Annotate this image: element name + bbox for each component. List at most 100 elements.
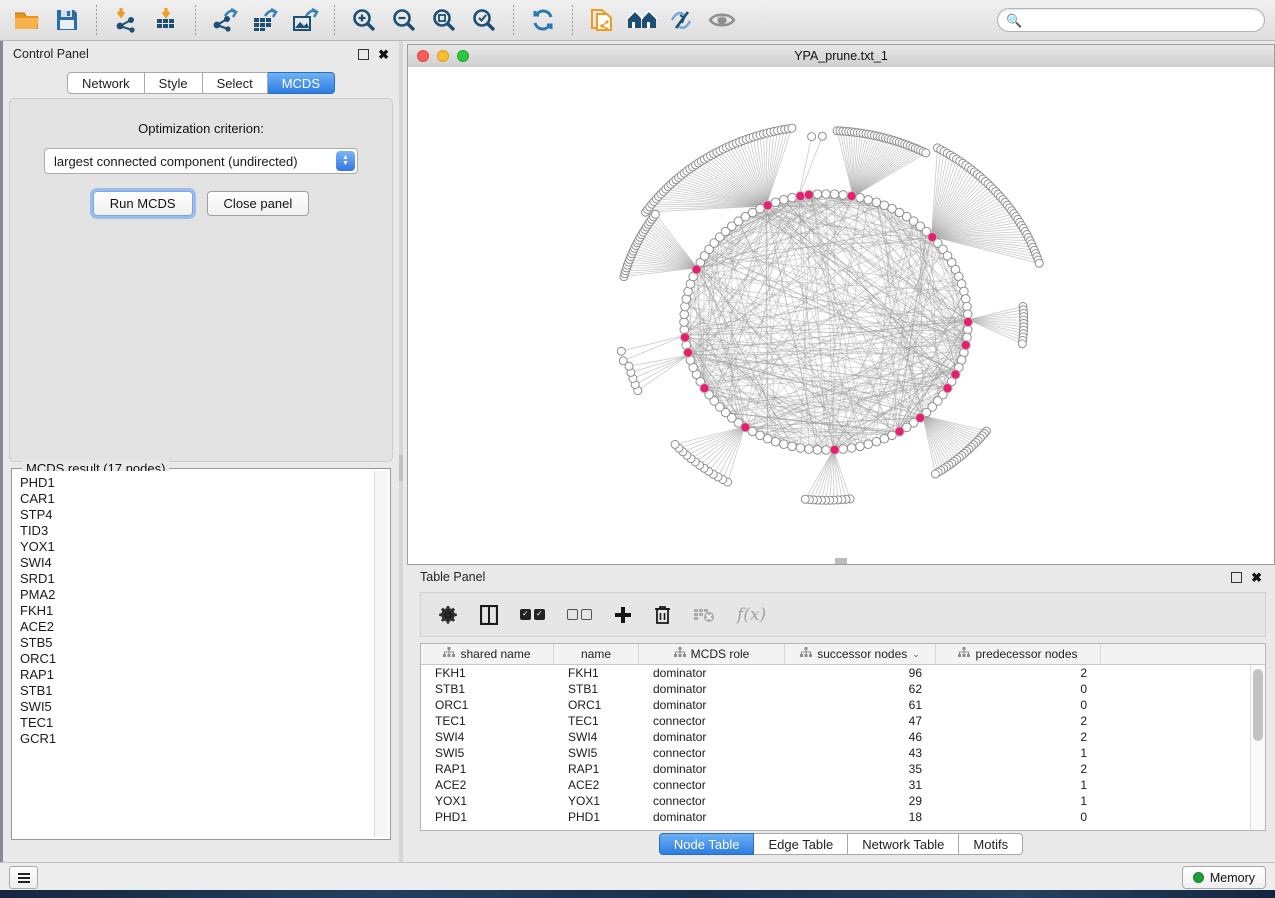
close-panel-button[interactable]: Close panel (207, 191, 310, 216)
zoom-out-icon[interactable] (387, 4, 421, 36)
float-panel-icon[interactable] (358, 49, 369, 60)
mcds-result-item[interactable]: RAP1 (14, 667, 388, 683)
apply-layout-icon[interactable] (526, 4, 560, 36)
add-column-icon[interactable] (614, 606, 632, 624)
control-panel-title: Control Panel (13, 47, 89, 61)
zoom-fit-icon[interactable] (427, 4, 461, 36)
dropdown-value: largest connected component (undirected) (45, 154, 336, 169)
mcds-result-item[interactable]: ORC1 (14, 651, 388, 667)
mcds-result-item[interactable]: STB1 (14, 683, 388, 699)
mcds-result-item[interactable]: TEC1 (14, 715, 388, 731)
run-mcds-button[interactable]: Run MCDS (93, 191, 193, 216)
hide-graphics-details-icon[interactable] (665, 4, 699, 36)
network-canvas[interactable] (408, 67, 1274, 564)
task-history-button[interactable] (9, 866, 38, 889)
tab-network-table[interactable]: Network Table (848, 833, 959, 855)
tab-mcds[interactable]: MCDS (268, 72, 335, 94)
float-table-panel-icon[interactable] (1231, 572, 1242, 583)
cell-shared-name: ACE2 (421, 778, 554, 792)
table-row[interactable]: RAP1RAP1dominator352 (421, 761, 1265, 777)
result-list-scrollbar[interactable] (374, 471, 388, 837)
toolbar-separator (513, 5, 514, 35)
open-file-icon[interactable] (10, 4, 44, 36)
cell-name: TEC1 (554, 714, 639, 728)
mcds-result-item[interactable]: FKH1 (14, 603, 388, 619)
deselect-all-checkboxes-icon[interactable] (567, 609, 592, 620)
export-table-icon[interactable] (248, 4, 282, 36)
cell-predecessor-nodes: 0 (936, 810, 1101, 824)
table-splitter-handle[interactable] (835, 558, 847, 564)
clone-network-icon[interactable] (585, 4, 619, 36)
column-header-MCDS-role[interactable]: MCDS role (639, 644, 785, 664)
select-all-checkboxes-icon[interactable] (520, 609, 545, 620)
table-settings-icon[interactable] (438, 605, 458, 625)
mcds-result-item[interactable]: STB5 (14, 635, 388, 651)
tab-select[interactable]: Select (203, 72, 268, 94)
mcds-result-item[interactable]: SRD1 (14, 571, 388, 587)
mcds-result-item[interactable]: CAR1 (14, 491, 388, 507)
import-network-icon[interactable] (109, 4, 143, 36)
close-table-panel-icon[interactable]: ✖ (1251, 571, 1262, 584)
mcds-result-item[interactable]: PMA2 (14, 587, 388, 603)
save-session-icon[interactable] (50, 4, 84, 36)
network-overview-icon[interactable] (625, 4, 659, 36)
search-icon: 🔍 (1006, 14, 1022, 27)
tab-network[interactable]: Network (67, 72, 145, 94)
cell-successor-nodes: 46 (785, 730, 936, 744)
mcds-result-item[interactable]: ACE2 (14, 619, 388, 635)
zoom-in-icon[interactable] (347, 4, 381, 36)
column-header-shared-name[interactable]: shared name (421, 644, 554, 664)
cell-MCDS-role: dominator (639, 810, 785, 824)
mcds-result-item[interactable]: TID3 (14, 523, 388, 539)
column-header-predecessor-nodes[interactable]: predecessor nodes (936, 644, 1101, 664)
column-header-filler (1101, 644, 1265, 664)
memory-button[interactable]: Memory (1182, 866, 1266, 889)
table-row[interactable]: TEC1TEC1connector472 (421, 713, 1265, 729)
tab-style[interactable]: Style (145, 72, 203, 94)
search-input[interactable] (1027, 12, 1256, 28)
mcds-result-item[interactable]: SWI5 (14, 699, 388, 715)
column-header-name[interactable]: name (554, 644, 639, 664)
mcds-result-list[interactable]: PHD1CAR1STP4TID3YOX1SWI4SRD1PMA2FKH1ACE2… (14, 471, 388, 837)
cell-MCDS-role: dominator (639, 698, 785, 712)
network-window-titlebar[interactable]: YPA_prune.txt_1 (408, 45, 1274, 68)
tab-motifs[interactable]: Motifs (959, 833, 1023, 855)
cell-successor-nodes: 43 (785, 746, 936, 760)
cell-successor-nodes: 31 (785, 778, 936, 792)
table-row[interactable]: ACE2ACE2connector311 (421, 777, 1265, 793)
cell-name: PHD1 (554, 810, 639, 824)
cell-predecessor-nodes: 2 (936, 762, 1101, 776)
table-scrollbar-thumb[interactable] (1253, 669, 1263, 741)
close-panel-icon[interactable]: ✖ (378, 48, 389, 61)
export-image-icon[interactable] (288, 4, 322, 36)
panel-splitter-handle[interactable] (399, 455, 403, 481)
table-row[interactable]: YOX1YOX1connector291 (421, 793, 1265, 809)
column-header-successor-nodes[interactable]: successor nodes⌄ (785, 644, 936, 664)
cell-MCDS-role: connector (639, 714, 785, 728)
cell-MCDS-role: connector (639, 794, 785, 808)
export-network-icon[interactable] (208, 4, 242, 36)
import-table-icon[interactable] (149, 4, 183, 36)
zoom-selected-icon[interactable] (467, 4, 501, 36)
table-scrollbar[interactable] (1250, 665, 1265, 830)
show-graphics-details-icon[interactable] (705, 4, 739, 36)
mcds-result-item[interactable]: PHD1 (14, 475, 388, 491)
table-row[interactable]: ORC1ORC1dominator610 (421, 697, 1265, 713)
toggle-columns-icon[interactable] (480, 605, 498, 625)
table-row[interactable]: SWI4SWI4dominator462 (421, 729, 1265, 745)
table-row[interactable]: PHD1PHD1dominator180 (421, 809, 1265, 825)
table-row[interactable]: FKH1FKH1dominator962 (421, 665, 1265, 681)
table-row[interactable]: STB1STB1dominator620 (421, 681, 1265, 697)
mcds-result-item[interactable]: STP4 (14, 507, 388, 523)
search-field[interactable]: 🔍 (997, 8, 1265, 32)
tab-node-table[interactable]: Node Table (659, 833, 755, 855)
delete-column-icon[interactable] (654, 605, 671, 625)
table-row[interactable]: SWI5SWI5connector431 (421, 745, 1265, 761)
optimization-criterion-dropdown[interactable]: largest connected component (undirected)… (44, 148, 358, 174)
mcds-result-item[interactable]: SWI4 (14, 555, 388, 571)
mcds-result-item[interactable]: GCR1 (14, 731, 388, 747)
mcds-result-item[interactable]: YOX1 (14, 539, 388, 555)
main-toolbar: 🔍 (0, 0, 1275, 41)
cell-predecessor-nodes: 2 (936, 714, 1101, 728)
tab-edge-table[interactable]: Edge Table (754, 833, 848, 855)
